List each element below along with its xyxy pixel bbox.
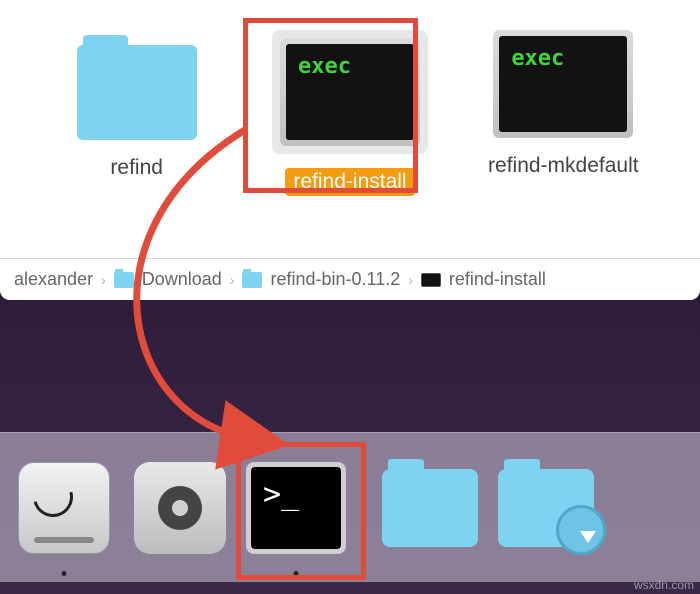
folder-icon bbox=[242, 272, 262, 288]
dock-terminal[interactable]: >_ bbox=[241, 458, 351, 558]
dock: >_ bbox=[0, 432, 700, 582]
crumb-text: alexander bbox=[14, 269, 93, 290]
exec-icon: exec bbox=[493, 30, 633, 138]
exec-text: exec bbox=[286, 44, 414, 140]
breadcrumb-refind-bin[interactable]: refind-bin-0.11.2 bbox=[234, 269, 408, 290]
watermark: wsxdn.com bbox=[634, 578, 694, 592]
file-label: refind-install bbox=[285, 168, 414, 196]
dock-disk-utility[interactable] bbox=[9, 458, 119, 558]
crumb-text: Download bbox=[142, 269, 222, 290]
disk-utility-icon bbox=[18, 462, 110, 554]
bootcamp-icon bbox=[134, 462, 226, 554]
file-item-refind-mkdefault[interactable]: exec refind-mkdefault bbox=[473, 30, 653, 180]
terminal-prompt: >_ bbox=[251, 467, 341, 549]
folder-icon bbox=[77, 45, 197, 140]
breadcrumb-downloads[interactable]: Download bbox=[106, 269, 230, 290]
downloads-folder-icon bbox=[498, 469, 594, 547]
selection-highlight: exec bbox=[272, 30, 428, 154]
folder-icon bbox=[382, 469, 478, 547]
terminal-icon: >_ bbox=[246, 462, 346, 554]
dock-divider bbox=[362, 458, 364, 558]
file-item-refind[interactable]: refind bbox=[47, 30, 227, 182]
file-item-refind-install[interactable]: exec refind-install bbox=[260, 30, 440, 196]
running-indicator-icon bbox=[62, 571, 67, 576]
folder-icon bbox=[114, 272, 134, 288]
crumb-text: refind-install bbox=[449, 269, 546, 290]
exec-icon: exec bbox=[280, 38, 420, 146]
exec-icon bbox=[421, 273, 441, 287]
breadcrumb-user[interactable]: alexander bbox=[6, 269, 101, 290]
exec-text: exec bbox=[499, 36, 627, 132]
file-label: refind-mkdefault bbox=[480, 152, 647, 180]
finder-window: refind exec refind-install exec refind-m… bbox=[0, 0, 700, 300]
file-icons-area: refind exec refind-install exec refind-m… bbox=[0, 0, 700, 230]
file-label: refind bbox=[102, 154, 171, 182]
dock-folder-1[interactable] bbox=[375, 458, 485, 558]
breadcrumb-refind-install[interactable]: refind-install bbox=[413, 269, 554, 290]
dock-downloads[interactable] bbox=[491, 458, 601, 558]
breadcrumb: alexander › Download › refind-bin-0.11.2… bbox=[0, 258, 700, 300]
dock-bootcamp[interactable] bbox=[125, 458, 235, 558]
download-arrow-icon bbox=[580, 531, 596, 543]
running-indicator-icon bbox=[294, 571, 299, 576]
crumb-text: refind-bin-0.11.2 bbox=[270, 269, 400, 290]
